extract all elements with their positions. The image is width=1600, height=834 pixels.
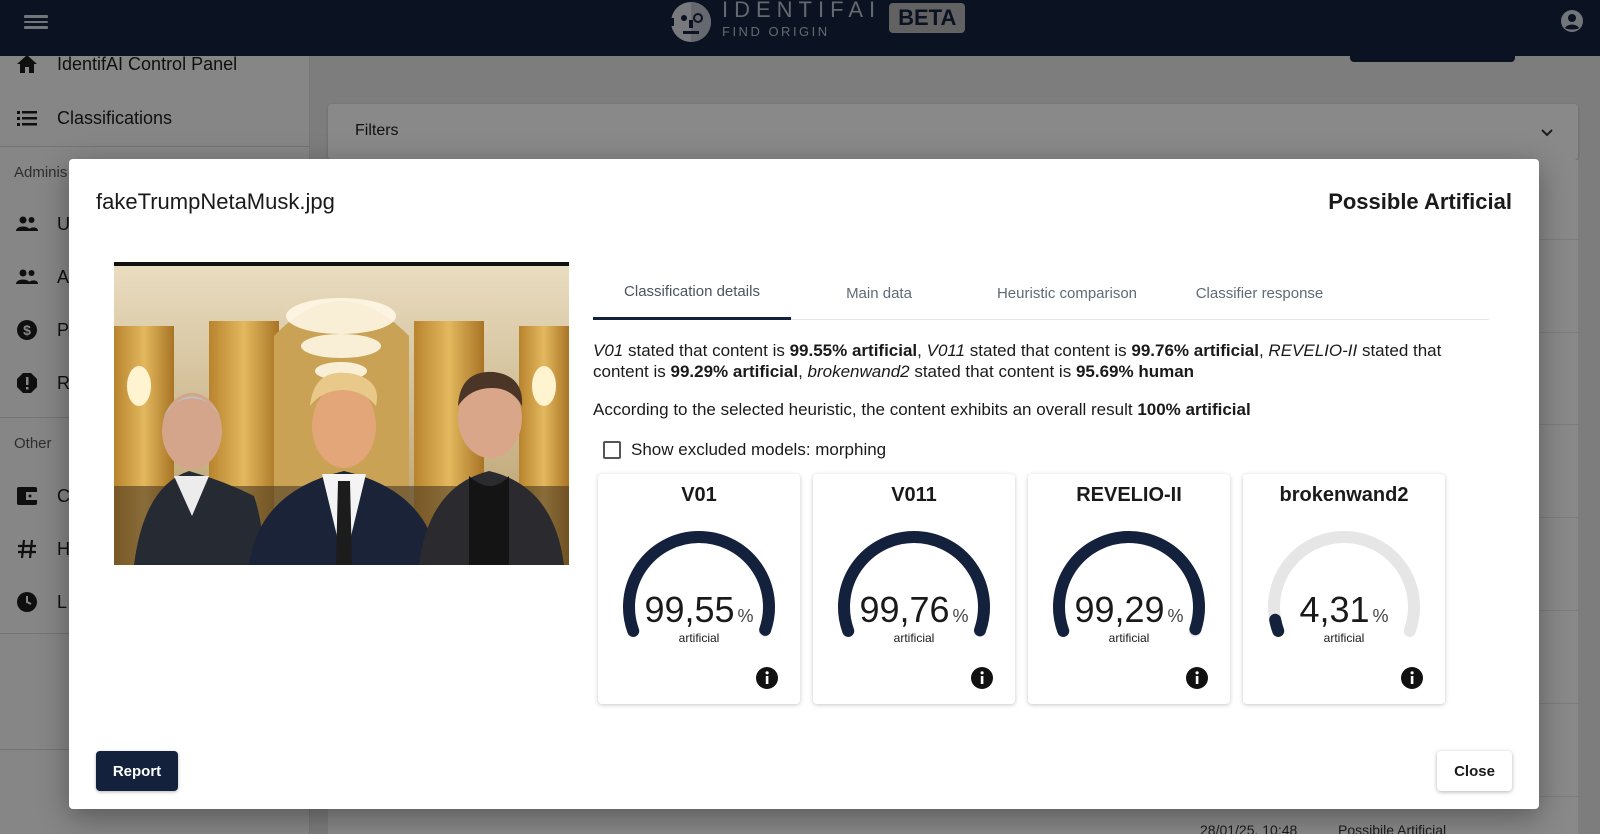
checkbox-box[interactable] — [603, 441, 621, 459]
checkbox-label: Show excluded models: morphing — [631, 440, 887, 459]
dialog-verdict: Possible Artificial — [1328, 189, 1512, 214]
gauge-number: 99,29 — [1074, 589, 1165, 630]
model-result: 99.76% artificial — [1131, 341, 1259, 360]
separator-text: , — [917, 341, 927, 360]
show-excluded-checkbox[interactable]: Show excluded models: morphing — [603, 440, 886, 460]
info-icon[interactable] — [1185, 666, 1209, 690]
report-button[interactable]: Report — [96, 751, 178, 791]
heuristic-result: 100% artificial — [1137, 400, 1251, 419]
model-card-title: brokenwand2 — [1279, 484, 1409, 506]
separator-text: , — [798, 362, 808, 381]
model-card-brokenwand2: brokenwand2 4,31% artificial — [1243, 474, 1445, 704]
model-result: 99.29% artificial — [670, 362, 799, 381]
separator-text: , — [1258, 341, 1269, 360]
dialog-title: fakeTrumpNetaMusk.jpg — [96, 189, 335, 214]
heuristic-summary: According to the selected heuristic, the… — [593, 400, 1251, 420]
model-name: brokenwand2 — [807, 362, 910, 381]
gauge-label: artificial — [1323, 631, 1365, 645]
info-icon[interactable] — [970, 666, 994, 690]
gauge-value: 99,76% — [813, 589, 1015, 631]
gauge-label: artificial — [1108, 631, 1150, 645]
detail-tabs: Classification details Main data Heurist… — [593, 266, 1489, 320]
model-card-title: V01 — [681, 484, 717, 506]
gauge-number: 99,76 — [859, 589, 950, 630]
gauge-label: artificial — [893, 631, 935, 645]
summary-text: stated that content is — [909, 362, 1076, 381]
gauge-unit: % — [952, 606, 969, 626]
summary-text: stated that content is — [623, 341, 790, 360]
gauge-value: 99,29% — [1028, 589, 1230, 631]
gauge-value: 99,55% — [598, 589, 800, 631]
gauge-label: artificial — [678, 631, 720, 645]
gauge-number: 99,55 — [644, 589, 735, 630]
model-result: 99.55% artificial — [789, 341, 918, 360]
model-card-revelio-ii: REVELIO-II 99,29% artificial — [1028, 474, 1230, 704]
analyzed-image-picture — [114, 266, 569, 565]
gauge-number: 4,31 — [1299, 589, 1370, 630]
summary-text: stated that content is — [965, 341, 1132, 360]
heuristic-text: According to the selected heuristic, the… — [593, 400, 1138, 419]
gauge-unit: % — [1167, 606, 1184, 626]
model-card-title: V011 — [891, 484, 937, 506]
info-icon[interactable] — [755, 666, 779, 690]
tab-heuristic-comparison[interactable]: Heuristic comparison — [967, 266, 1167, 320]
gauge-unit: % — [737, 606, 754, 626]
classification-summary: V01 stated that content is 99.55% artifi… — [593, 340, 1483, 382]
model-name: REVELIO-II — [1268, 341, 1358, 360]
close-button[interactable]: Close — [1437, 751, 1512, 791]
model-card-v01: V01 99,55% artificial — [598, 474, 800, 704]
info-icon[interactable] — [1400, 666, 1424, 690]
tab-classifier-response[interactable]: Classifier response — [1167, 266, 1352, 320]
gauge-unit: % — [1372, 606, 1389, 626]
model-name: V011 — [926, 341, 966, 360]
analyzed-image — [114, 262, 569, 565]
model-card-title: REVELIO-II — [1076, 484, 1182, 506]
tab-classification-details[interactable]: Classification details — [593, 266, 791, 320]
model-name: V01 — [593, 341, 624, 360]
tab-main-data[interactable]: Main data — [791, 266, 967, 320]
gauge-value: 4,31% — [1243, 589, 1445, 631]
model-card-v011: V011 99,76% artificial — [813, 474, 1015, 704]
model-result: 95.69% human — [1075, 362, 1195, 381]
classification-dialog: fakeTrumpNetaMusk.jpg Possible Artificia… — [69, 159, 1539, 809]
